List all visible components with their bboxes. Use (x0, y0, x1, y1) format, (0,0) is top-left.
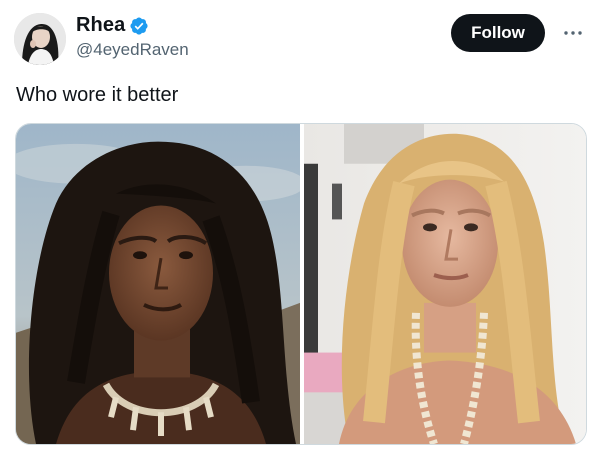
author-name-row: Rhea (76, 14, 149, 37)
author-handle[interactable]: @4eyedRaven (76, 40, 189, 60)
media-photo-right[interactable] (304, 124, 586, 444)
follow-button[interactable]: Follow (451, 14, 545, 52)
profile-photo (14, 13, 66, 65)
media-photo-left[interactable] (16, 124, 300, 444)
tweet-media (15, 123, 587, 445)
display-name[interactable]: Rhea (76, 14, 125, 37)
tweet-text: Who wore it better (16, 84, 179, 106)
avatar[interactable] (14, 13, 66, 65)
more-horizontal-icon[interactable] (562, 22, 584, 44)
photo-blonde-long-hair-man (304, 124, 586, 444)
photo-dark-long-hair-man (16, 124, 300, 444)
verified-badge-icon (129, 16, 149, 36)
